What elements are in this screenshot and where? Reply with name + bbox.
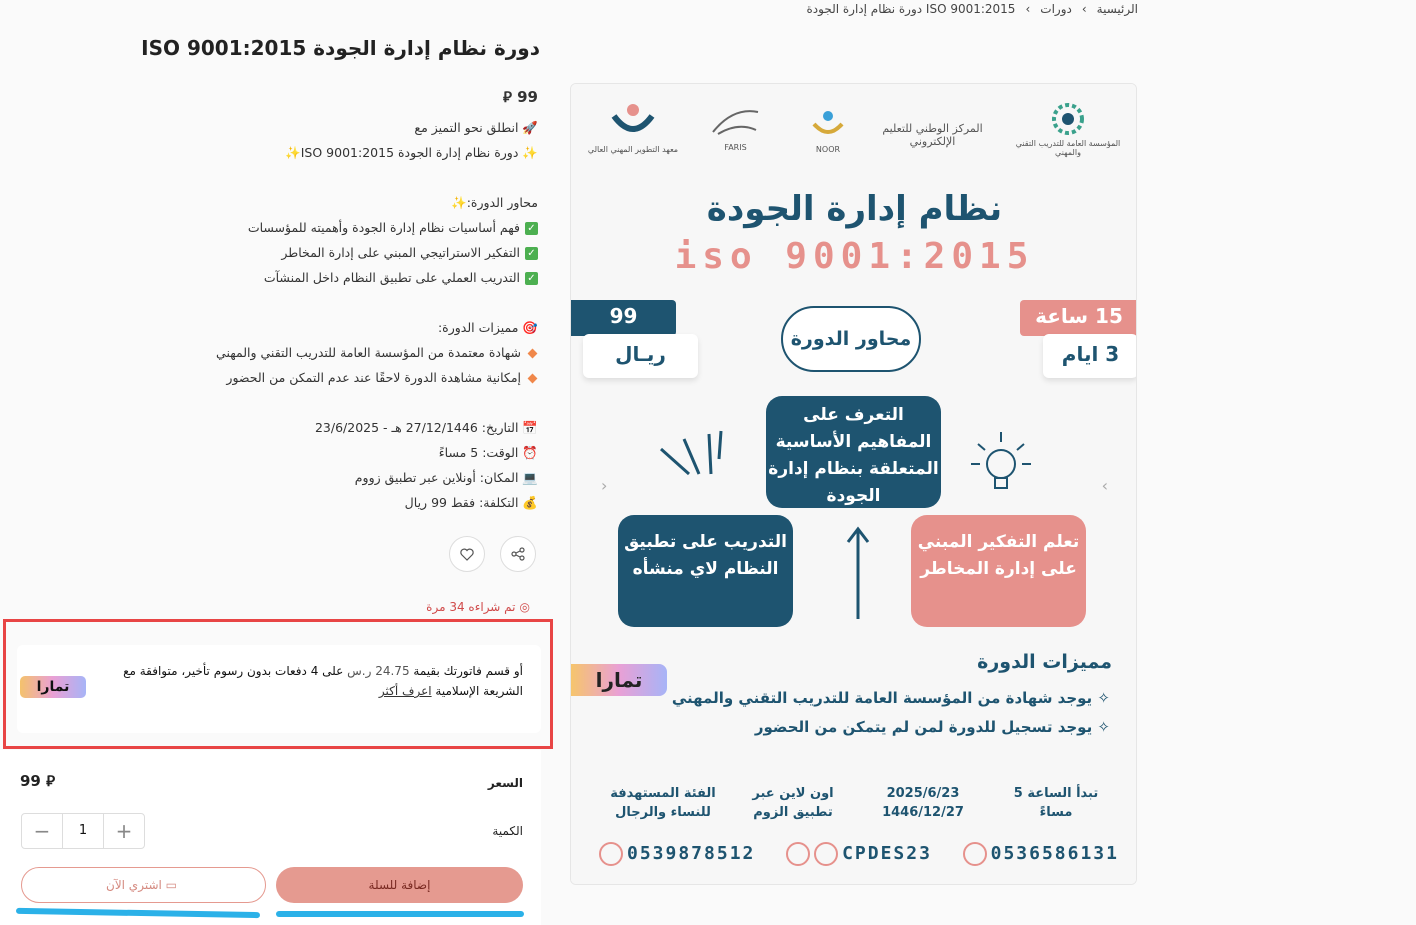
decrement-button[interactable]: − [22,814,62,848]
breadcrumb-current: دورة نظام إدارة الجودة ISO 9001:2015 [806,2,1016,16]
chevron-left-icon: ‹ [1025,2,1031,16]
quantity-value[interactable]: 1 [62,814,104,848]
share-icon [511,547,525,561]
breadcrumb-courses[interactable]: دورات [1040,2,1072,16]
poster-features-title: مميزات الدورة [977,651,1112,673]
instagram-icon [786,842,811,866]
sparkles-icon: ✨ [285,145,301,160]
elearning-center-logo: المركز الوطني للتعليم الإلكتروني [882,122,983,148]
product-image-gallery[interactable]: المؤسسة العامة للتدريب التقني والمهني ال… [570,83,1137,885]
poster-days: 3 ايام [1043,334,1136,378]
sold-count-badge: ◎تم شراءه 34 مرة [426,600,530,614]
poster-contact-row: 0539878512 CPDES23 0536586131 [599,840,1119,868]
phone-icon [599,842,623,866]
desc-line: شهادة معتمدة من المؤسسة العامة للتدريب ا… [178,340,538,365]
desc-line: ✨دورة نظام إدارة الجودة ISO 9001:2015✨ [178,140,538,165]
poster-phone-2: 0536586131 [962,842,1119,866]
faris-logo: FARIS [703,102,768,152]
breadcrumb-home[interactable]: الرئيسية [1097,2,1138,16]
poster-feature-2: ✧ يوجد تسجيل للدورة لمن لم يتمكن من الحض… [754,718,1110,736]
laptop-icon: 💻 [522,470,538,485]
product-page: الرئيسية ‹ دورات ‹ دورة نظام إدارة الجود… [0,0,1416,925]
sparkles-icon: ✨ [451,195,467,210]
institute-logo: معهد التطوير المهني العالي [578,102,688,154]
course-poster: المؤسسة العامة للتدريب التقني والمهني ال… [571,84,1136,884]
poster-feature-1: ✧ يوجد شهادة من المؤسسة العامة للتدريب ا… [671,689,1110,707]
arrow-up-icon [846,526,870,619]
chevron-left-icon: ‹ [1081,2,1087,16]
desc-line: محاور الدورة:✨ [178,190,538,215]
desc-line: ✓فهم أساسيات نظام إدارة الجودة وأهميته ل… [178,215,538,240]
scribble-mark [276,911,524,917]
desc-line: 💻المكان: أونلاين عبر تطبيق زووم [178,465,538,490]
lightbulb-icon [971,432,1031,489]
poster-box-left: التدريب على تطبيق النظام لاي منشأه [618,515,793,627]
desc-line: إمكانية مشاهدة الدورة لاحقًا عند عدم الت… [178,365,538,390]
add-to-cart-button[interactable]: إضافة للسلة [276,867,523,903]
rocket-icon: 🚀 [522,120,538,135]
spark-lines-icon [660,430,723,476]
poster-info-time: تبدأ الساعة 5 مساءً [1013,786,1099,820]
quantity-label: الكمية [492,824,523,838]
fire-icon: ◎ [519,600,530,614]
checkmark-icon: ✓ [525,222,538,235]
desc-line: ✓التدريب العملي على تطبيق النظام داخل ال… [178,265,538,290]
breadcrumb: الرئيسية ‹ دورات ‹ دورة نظام إدارة الجود… [807,0,1139,18]
noor-logo: NOOR [798,102,858,154]
price-value: 99 ⃁ [20,772,56,790]
target-icon: 🎯 [522,320,538,335]
poster-tamara-badge: تمارا [571,664,667,696]
desc-line: ⏰الوقت: 5 مساءً [178,440,538,465]
wallet-icon: ▭ [165,878,177,892]
poster-axes-cloud: محاور الدورة [781,306,921,372]
desc-line: 💰التكلفة: فقط 99 ريال [178,490,538,515]
tvtc-logo: المؤسسة العامة للتدريب التقني والمهني [1008,102,1128,157]
poster-box-right: تعلم التفكير المبني على إدارة المخاطر [911,515,1086,627]
poster-info-date: 2025/6/23 1446/12/27 [882,786,964,820]
quantity-stepper: − 1 + [21,813,145,849]
tiktok-icon [814,842,839,866]
desc-line: ✓التفكير الاستراتيجي المبني على إدارة ال… [178,240,538,265]
carousel-prev-icon[interactable]: ‹ [601,476,607,495]
desc-line: 🚀انطلق نحو التميز مع [178,115,538,140]
poster-subtitle: iso 9001:2015 [674,236,1035,277]
phone-icon [962,842,987,866]
product-description: 99 ⃁ 🚀انطلق نحو التميز مع ✨دورة نظام إدا… [178,88,538,515]
carousel-next-icon[interactable]: › [1102,476,1108,495]
poster-logos: المؤسسة العامة للتدريب التقني والمهني ال… [571,102,1136,167]
poster-box-center: التعرف على المفاهيم الأساسية المتعلقة بن… [766,396,941,508]
favorite-button[interactable] [449,536,485,572]
poster-handle: CPDES23 [786,842,932,866]
diamond-icon [527,348,538,359]
heart-icon [460,548,474,561]
buy-now-button[interactable]: اشتري الآن ▭ [21,867,266,903]
highlight-annotation [3,619,553,749]
alarm-clock-icon: ⏰ [522,445,538,460]
money-bag-icon: 💰 [522,495,538,510]
poster-phone-1: 0539878512 [599,842,755,866]
product-price-top: 99 ⃁ [502,88,538,106]
price-label: السعر [487,776,523,790]
increment-button[interactable]: + [104,814,144,848]
desc-line: 📅التاريخ: 27/12/1446 هـ - 23/6/2025 [178,415,538,440]
sparkles-icon: ✨ [522,145,538,160]
checkmark-icon: ✓ [525,247,538,260]
purchase-panel: السعر 99 ⃁ الكمية − 1 + اشتري الآن ▭ إضا… [0,750,541,925]
poster-price: 99 [571,300,676,336]
product-title: دورة نظام إدارة الجودة ISO 9001:2015 [141,36,540,60]
desc-line: 🎯مميزات الدورة: [178,315,538,340]
poster-hours: 15 ساعة [1020,300,1136,336]
poster-info-place: اون لاين عبر تطبيق الزوم [752,786,834,820]
poster-price-unit: ريـال [583,334,698,378]
share-button[interactable] [500,536,536,572]
poster-info-target: الفئة المستهدفة للنساء والرجال [610,786,716,820]
checkmark-icon: ✓ [525,272,538,285]
poster-title: نظام إدارة الجودة [706,189,1003,229]
diamond-icon [527,373,538,384]
calendar-icon: 📅 [522,420,538,435]
